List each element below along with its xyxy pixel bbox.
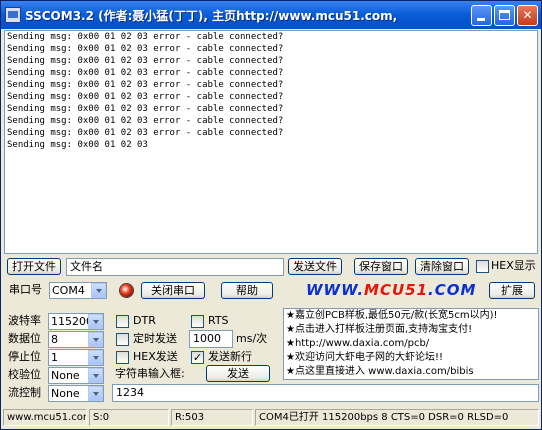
flow-control-select[interactable]: None <box>48 385 104 402</box>
chevron-down-icon[interactable] <box>91 283 106 298</box>
port-value: COM4 <box>52 284 85 297</box>
chevron-down-icon[interactable] <box>88 332 103 347</box>
stop-bits-select[interactable]: 1 <box>48 349 104 366</box>
port-status-led-icon <box>120 284 133 297</box>
port-label: 串口号 <box>9 283 42 296</box>
receive-line: Sending msg: 0x00 01 02 03 error - cable… <box>7 56 284 66</box>
interval-unit: ms/次 <box>236 332 268 345</box>
data-bits-select[interactable]: 8 <box>48 331 104 348</box>
hex-send-label: HEX发送 <box>133 350 178 363</box>
parity-label: 校验位 <box>8 368 41 381</box>
minimize-icon <box>477 18 485 21</box>
hex-send-checkbox[interactable] <box>116 351 129 364</box>
parity-value: None <box>51 369 80 382</box>
receive-line: Sending msg: 0x00 01 02 03 error - cable… <box>7 32 284 42</box>
ad-link[interactable]: ★点击进入打样板注册页面,支持淘宝支付! <box>284 323 538 337</box>
send-file-button[interactable]: 发送文件 <box>288 258 342 275</box>
send-input[interactable]: 1234 <box>112 384 539 402</box>
open-file-button[interactable]: 打开文件 <box>7 258 61 275</box>
chevron-down-icon[interactable] <box>88 368 103 383</box>
send-newline-label: 发送新行 <box>208 350 252 363</box>
receive-line: Sending msg: 0x00 01 02 03 error - cable… <box>7 116 284 126</box>
receive-area[interactable]: Sending msg: 0x00 01 02 03 error - cable… <box>4 30 538 254</box>
stop-bits-value: 1 <box>51 351 58 364</box>
maximize-button[interactable] <box>494 5 515 26</box>
logo-prefix: WWW. <box>306 281 365 299</box>
interval-field[interactable]: 1000 <box>189 330 233 348</box>
filename-field[interactable]: 文件名 <box>66 258 284 276</box>
receive-line: Sending msg: 0x00 01 02 03 error - cable… <box>7 104 284 114</box>
status-port-state: COM4已打开 115200bps 8 CTS=0 DSR=0 RLSD=0 <box>255 409 539 426</box>
status-sent: S:0 <box>89 409 169 426</box>
baud-select[interactable]: 115200 <box>48 313 104 330</box>
receive-line: Sending msg: 0x00 01 02 03 error - cable… <box>7 92 284 102</box>
window-title: SSCOM3.2 (作者:聂小猛(丁丁), 主页http://www.mcu51… <box>25 9 398 23</box>
close-port-button[interactable]: 关闭串口 <box>141 282 205 299</box>
receive-line: Sending msg: 0x00 01 02 03 error - cable… <box>7 80 284 90</box>
parity-select[interactable]: None <box>48 367 104 384</box>
ad-link[interactable]: ★欢迎访问大虾电子网的大虾论坛!! <box>284 351 538 365</box>
clear-window-button[interactable]: 清除窗口 <box>415 258 469 275</box>
maximize-icon <box>499 10 510 20</box>
minimize-button[interactable] <box>471 5 492 26</box>
save-window-button[interactable]: 保存窗口 <box>354 258 408 275</box>
hex-display-checkbox[interactable] <box>476 260 489 273</box>
ad-panel[interactable]: ★嘉立创PCB样板,最低50元/款(长宽5cm以内)! ★点击进入打样板注册页面,… <box>283 308 539 380</box>
logo-brand: MCU51 <box>364 281 429 299</box>
baud-value: 115200 <box>51 315 93 328</box>
timed-send-label: 定时发送 <box>133 332 177 345</box>
hex-display-label: HEX显示 <box>491 259 536 272</box>
receive-line: Sending msg: 0x00 01 02 03 error - cable… <box>7 44 284 54</box>
ad-link[interactable]: ★嘉立创PCB样板,最低50元/款(长宽5cm以内)! <box>284 309 538 323</box>
status-received: R:503 <box>171 409 253 426</box>
flow-control-value: None <box>51 387 80 400</box>
close-icon: ✕ <box>522 8 533 22</box>
rts-label: RTS <box>208 314 229 327</box>
data-bits-label: 数据位 <box>8 332 41 345</box>
receive-line: Sending msg: 0x00 01 02 03 <box>7 140 148 150</box>
chevron-down-icon[interactable] <box>88 350 103 365</box>
receive-line: Sending msg: 0x00 01 02 03 error - cable… <box>7 128 284 138</box>
stop-bits-label: 停止位 <box>8 350 41 363</box>
dtr-checkbox[interactable] <box>116 315 129 328</box>
flow-control-label: 流控制 <box>8 386 41 399</box>
logo-suffix: .COM <box>428 281 477 299</box>
timed-send-checkbox[interactable] <box>116 333 129 346</box>
app-icon[interactable] <box>5 7 21 23</box>
close-button[interactable]: ✕ <box>517 5 538 26</box>
port-select[interactable]: COM4 <box>49 282 107 299</box>
ad-link[interactable]: ★http://www.daxia.com/pcb/ <box>284 337 538 351</box>
ad-link[interactable]: ★点这里直接进入 www.daxia.com/bibis <box>284 365 538 379</box>
chevron-down-icon[interactable] <box>88 386 103 401</box>
chevron-down-icon[interactable] <box>88 314 103 329</box>
status-site[interactable]: www.mcu51.com <box>3 409 87 426</box>
rts-checkbox[interactable] <box>191 315 204 328</box>
receive-line: Sending msg: 0x00 01 02 03 error - cable… <box>7 68 284 78</box>
send-newline-checkbox[interactable]: ✓ <box>191 351 204 364</box>
help-button[interactable]: 帮助 <box>221 282 273 299</box>
dtr-label: DTR <box>133 314 156 327</box>
title-bar[interactable]: SSCOM3.2 (作者:聂小猛(丁丁), 主页http://www.mcu51… <box>1 1 541 29</box>
input-label: 字符串输入框: <box>115 367 185 380</box>
send-button[interactable]: 发送 <box>206 365 270 382</box>
expand-button[interactable]: 扩展 <box>489 282 535 299</box>
website-logo[interactable]: WWW.MCU51.COM <box>306 281 476 299</box>
app-window: SSCOM3.2 (作者:聂小猛(丁丁), 主页http://www.mcu51… <box>0 0 542 430</box>
data-bits-value: 8 <box>51 333 58 346</box>
baud-label: 波特率 <box>8 314 41 327</box>
